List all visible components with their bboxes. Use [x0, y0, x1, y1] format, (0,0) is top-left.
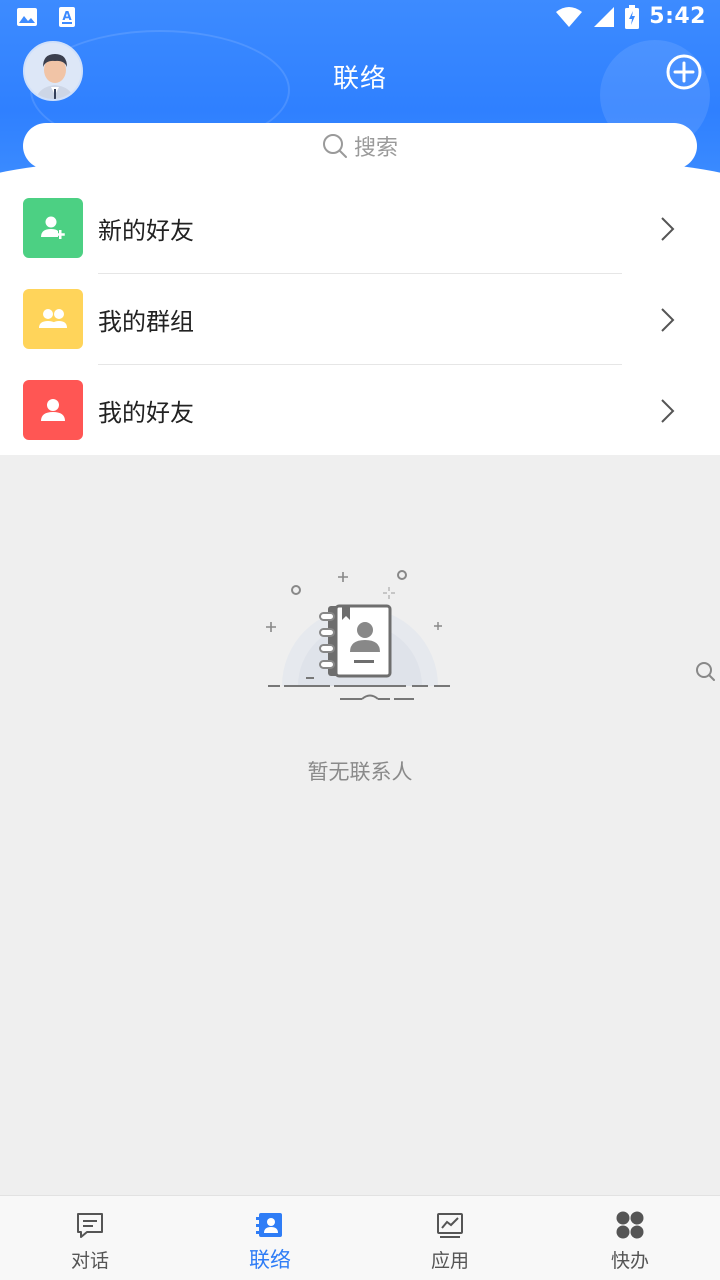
wifi-icon — [556, 6, 583, 27]
add-circle-icon[interactable] — [664, 52, 704, 92]
page-title: 联络 — [332, 64, 387, 94]
chevron-right-icon — [661, 399, 675, 423]
chevron-right-icon — [661, 308, 675, 332]
menu-item-label: 我的群组 — [98, 308, 194, 336]
grid-icon — [616, 1211, 644, 1239]
font-notification-icon: A — [59, 7, 75, 27]
contact-book-icon — [266, 570, 450, 700]
add-user-icon — [23, 198, 83, 258]
user-icon — [23, 380, 83, 440]
tab-label: 联络 — [249, 1248, 291, 1272]
tab-chat[interactable]: 对话 — [0, 1196, 180, 1280]
tab-apps[interactable]: 应用 — [360, 1196, 540, 1280]
tab-quick[interactable]: 快办 — [540, 1196, 720, 1280]
image-notification-icon — [17, 8, 37, 26]
menu-item-label: 我的好友 — [98, 399, 194, 427]
status-bar: A 5:42 — [0, 0, 720, 36]
menu-item-my-groups[interactable]: 我的群组 — [0, 274, 720, 364]
contacts-icon — [256, 1213, 282, 1237]
chat-icon — [77, 1213, 103, 1238]
tab-contacts[interactable]: 联络 — [180, 1196, 360, 1280]
search-placeholder: 搜索 — [353, 136, 398, 161]
status-time: 5:42 — [649, 4, 706, 29]
contact-menu: 新的好友 我的群组 我的好友 — [0, 183, 720, 455]
signal-icon — [594, 6, 615, 27]
tab-label: 对话 — [70, 1250, 109, 1272]
svg-text:A: A — [62, 9, 72, 23]
chart-icon — [437, 1213, 463, 1238]
battery-icon — [625, 4, 640, 29]
search-bar[interactable]: 搜索 — [23, 123, 697, 169]
floating-search-icon[interactable] — [694, 660, 716, 682]
tab-label: 应用 — [430, 1250, 469, 1272]
menu-item-new-friends[interactable]: 新的好友 — [0, 183, 720, 273]
chevron-right-icon — [661, 217, 675, 241]
menu-item-my-friends[interactable]: 我的好友 — [0, 365, 720, 455]
search-icon — [322, 134, 347, 158]
bottom-nav: 对话 联络 应用 快办 — [0, 1195, 720, 1280]
tab-label: 快办 — [610, 1250, 649, 1272]
menu-item-label: 新的好友 — [98, 217, 194, 245]
group-icon — [23, 289, 83, 349]
empty-state-text: 暂无联系人 — [307, 760, 413, 784]
